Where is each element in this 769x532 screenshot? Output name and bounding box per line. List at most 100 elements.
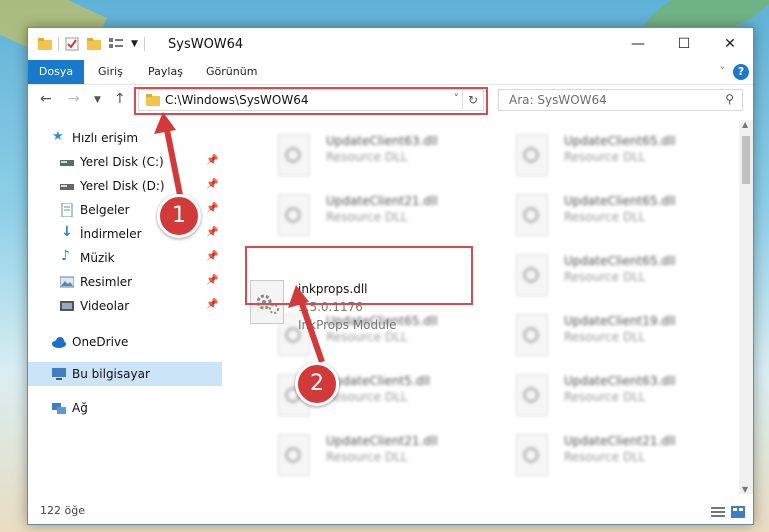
search-placeholder[interactable]: Ara: SysWOW64 [509,93,607,107]
forward-arrow-icon[interactable]: → [68,91,80,107]
status-bar: 122 öğe [28,500,753,524]
pin-icon[interactable]: 📌 [206,155,218,166]
sidebar-item-music[interactable]: ♪ Müzik 📌 [28,246,222,270]
navigation-pane: ★ Hızlı erişim Yerel Disk (C:) 📌 Yerel D… [28,120,222,500]
expand-ribbon-icon[interactable]: ˅ [720,60,726,84]
sidebar-item-label: Bu bilgisayar [72,367,150,381]
sidebar-item-label: Belgeler [80,203,130,217]
drive-icon [60,160,74,166]
download-icon: ↓ [61,224,73,240]
close-button[interactable]: ✕ [707,28,753,60]
file-tile[interactable]: UpdateClient19.dll Resource DLL [496,308,726,364]
file-list: UpdateClient63.dll Resource DLL UpdateCli… [228,120,738,494]
pin-icon[interactable]: 📌 [206,203,218,214]
new-folder-icon[interactable] [87,38,101,50]
document-icon [61,203,73,217]
pin-icon[interactable]: 📌 [206,299,218,310]
file-name: UpdateClient65.dll [564,134,676,148]
step-2-callout: 2 [295,362,339,406]
tab-file[interactable]: Dosya [28,60,84,84]
music-icon: ♪ [61,248,70,264]
sidebar-item-quick-access[interactable]: ★ Hızlı erişim [28,126,222,150]
sidebar-item-network[interactable]: Ağ [28,396,222,420]
sidebar-item-local-disk-d[interactable]: Yerel Disk (D:) 📌 [28,174,222,198]
explorer-window: ▼ SysWOW64 — ☐ ✕ Dosya Giriş Paylaş Görü… [27,27,754,525]
minimize-button[interactable]: — [615,28,661,60]
file-tile[interactable]: UpdateClient65.dll Resource DLL [496,248,726,304]
file-tile[interactable]: UpdateClient65.dll Resource DLL [496,128,726,184]
pin-icon[interactable]: 📌 [206,179,218,190]
details-view-icon[interactable] [711,506,725,518]
file-tile[interactable]: UpdateClient5.dll Resource DLL [258,368,488,424]
step-1-callout: 1 [157,194,201,238]
file-description: Resource DLL [564,210,646,224]
file-name: UpdateClient19.dll [564,314,676,328]
file-description: Resource DLL [564,270,646,284]
sidebar-item-pictures[interactable]: Resimler 📌 [28,270,222,294]
ribbon: Dosya Giriş Paylaş Görünüm ˅ ? [28,60,753,85]
sidebar-item-videos[interactable]: Videolar 📌 [28,294,222,318]
file-description: Resource DLL [564,330,646,344]
customize-dropdown-icon[interactable]: ▼ [131,39,138,49]
recent-locations-icon[interactable]: ▼ [94,95,101,105]
file-tile[interactable]: UpdateClient63.dll Resource DLL [496,368,726,424]
title-bar: ▼ SysWOW64 — ☐ ✕ [28,28,753,60]
cloud-icon [52,337,66,348]
file-name: UpdateClient63.dll [326,134,438,148]
file-description: Resource DLL [564,390,646,404]
dll-file-icon [516,374,548,416]
sidebar-item-label: İndirmeler [80,227,142,241]
properties-icon[interactable] [65,37,79,51]
file-tile[interactable]: UpdateClient21.dll Resource DLL [496,428,726,484]
file-description: Resource DLL [326,210,408,224]
file-description: Resource DLL [326,390,408,404]
search-box[interactable]: Ara: SysWOW64 ⚲ [498,89,743,111]
network-icon [52,403,66,414]
file-name: UpdateClient65.dll [564,194,676,208]
view-options-icon[interactable] [109,38,127,50]
up-arrow-icon[interactable]: ↑ [114,91,126,107]
tab-home[interactable]: Giriş [98,60,123,84]
sidebar-item-local-disk-c[interactable]: Yerel Disk (C:) 📌 [28,150,222,174]
file-tile[interactable]: UpdateClient65.dll Resource DLL [496,188,726,244]
file-name: UpdateClient21.dll [564,434,676,448]
search-icon[interactable]: ⚲ [725,92,734,106]
file-tile[interactable]: UpdateClient63.dll Resource DLL [258,128,488,184]
scroll-up-icon[interactable]: ▲ [742,120,748,129]
sidebar-item-onedrive[interactable]: OneDrive [28,330,222,354]
maximize-button[interactable]: ☐ [661,28,707,60]
highlight-selected-file [245,246,473,305]
dll-file-icon [278,134,310,176]
sidebar-item-label: Müzik [80,251,115,265]
quick-access-toolbar: ▼ [38,36,151,52]
highlight-address-bar [134,87,488,115]
file-tile[interactable]: UpdateClient21.dll Resource DLL [258,428,488,484]
dll-file-icon [516,194,548,236]
file-tile[interactable]: UpdateClient21.dll Resource DLL [258,188,488,244]
tab-view[interactable]: Görünüm [206,60,257,84]
sidebar-item-label: Resimler [80,275,133,289]
computer-icon [52,368,66,380]
tab-share[interactable]: Paylaş [148,60,183,84]
sidebar-item-this-pc[interactable]: Bu bilgisayar [28,362,222,386]
back-arrow-icon[interactable]: ← [40,91,52,107]
sidebar-item-label: Yerel Disk (C:) [80,155,164,169]
file-name: UpdateClient21.dll [326,194,438,208]
file-description: InkProps Module [298,318,397,332]
large-icons-view-icon[interactable] [731,506,745,518]
dll-file-icon [278,434,310,476]
pin-icon[interactable]: 📌 [206,275,218,286]
file-name: UpdateClient21.dll [326,434,438,448]
file-description: Resource DLL [326,150,408,164]
scrollbar-thumb[interactable] [742,136,750,184]
pin-icon[interactable]: 📌 [206,251,218,262]
sidebar-item-label: Ağ [72,401,88,415]
folder-icon [38,38,52,50]
dll-file-icon [278,194,310,236]
sidebar-item-label: OneDrive [72,335,129,349]
help-icon[interactable]: ? [733,64,749,80]
scroll-down-icon[interactable]: ▼ [742,485,748,494]
pictures-icon [60,276,74,288]
vertical-scrollbar[interactable]: ▲ ▼ [739,120,753,494]
pin-icon[interactable]: 📌 [206,227,218,238]
